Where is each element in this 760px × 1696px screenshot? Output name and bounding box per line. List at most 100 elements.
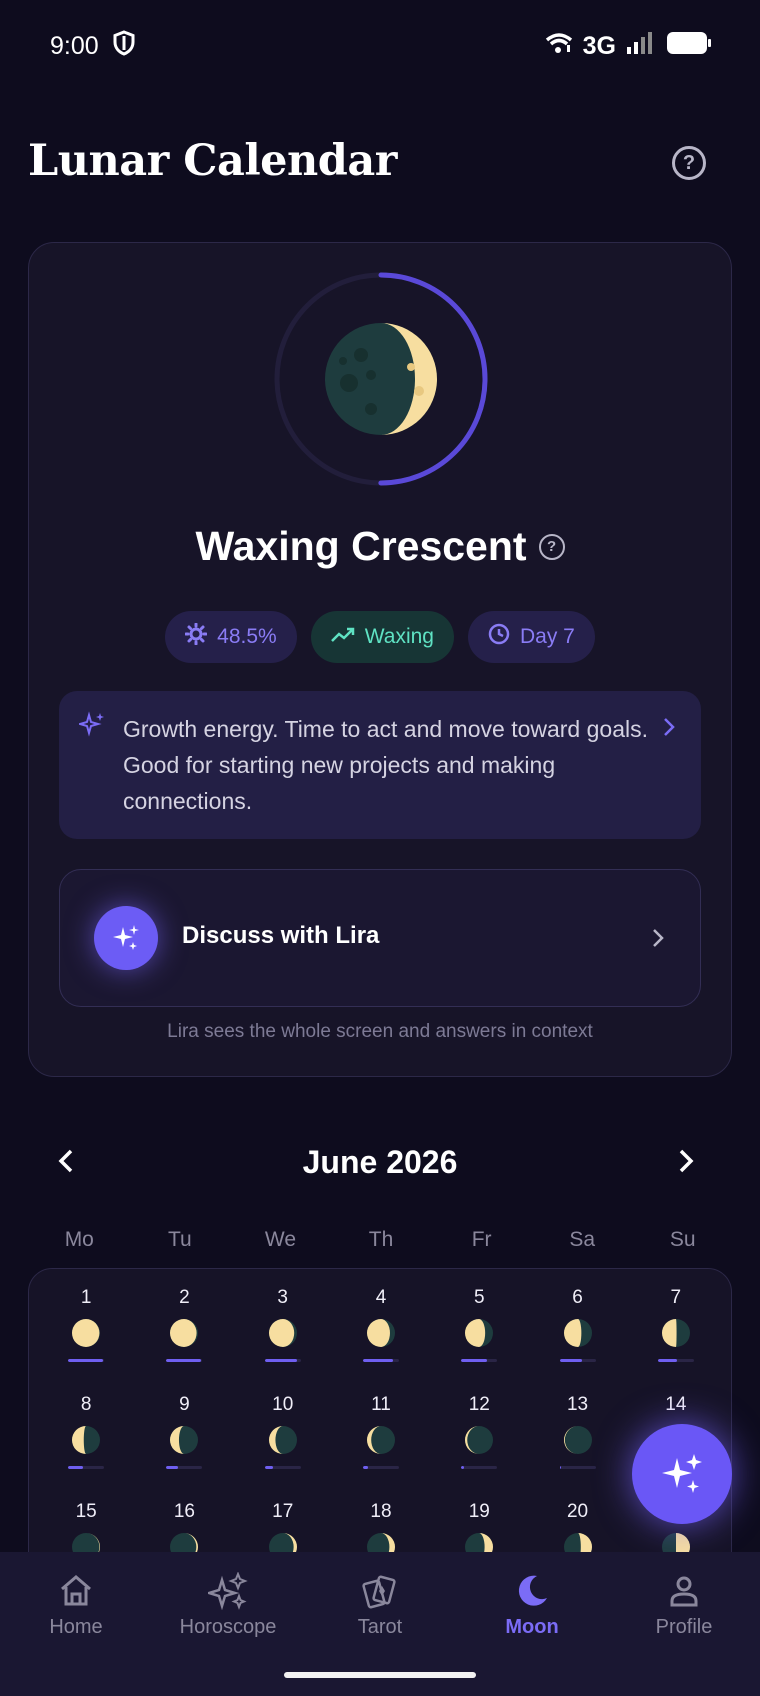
profile-icon [670, 1576, 698, 1607]
weekday-label: Th [368, 1228, 394, 1251]
moon-phase-icon [366, 1319, 395, 1347]
wifi-icon [545, 32, 573, 61]
moon-phase-icon [72, 1426, 101, 1454]
help-icon[interactable]: ? [672, 146, 706, 180]
illumination-bar-fill [362, 1359, 393, 1362]
illumination-bar-fill [166, 1359, 201, 1362]
phase-energy-text: Growth energy. Time to act and move towa… [123, 716, 648, 814]
day-number: 12 [468, 1394, 490, 1415]
day-number: 8 [80, 1394, 92, 1415]
day-number: 16 [173, 1501, 195, 1522]
weekday-label: Sa [569, 1228, 596, 1251]
day-number: 19 [468, 1501, 490, 1522]
tab-label: Tarot [357, 1616, 403, 1638]
day-value: Day 7 [519, 625, 575, 648]
calendar-day[interactable]: 3 [234, 1277, 332, 1372]
weekday-label: Mo [64, 1228, 94, 1251]
calendar-grid: 123456789101112131415161718192021 [37, 1277, 725, 1586]
tab-label: Profile [655, 1616, 713, 1638]
home-indicator [284, 1672, 476, 1678]
calendar-day[interactable]: 11 [332, 1384, 430, 1479]
day-number: 1 [80, 1287, 92, 1308]
illumination-bar [264, 1466, 301, 1469]
moon-phase-icon [661, 1319, 690, 1347]
tab-label: Moon [505, 1616, 559, 1638]
phase-chips: 48.5% Waxing Day 7 [29, 611, 731, 663]
moon-phase-icon [268, 1426, 297, 1454]
day-number: 15 [75, 1501, 97, 1522]
illumination-bar [461, 1359, 498, 1362]
day-number: 4 [375, 1287, 387, 1308]
shield-icon [113, 29, 135, 63]
day-number: 5 [473, 1287, 485, 1308]
calendar-day[interactable]: 1 [37, 1277, 135, 1372]
day-number: 14 [665, 1394, 687, 1415]
calendar-day[interactable]: 12 [430, 1384, 528, 1479]
status-time: 9:00 [50, 31, 99, 60]
calendar-day[interactable]: 2 [135, 1277, 233, 1372]
discuss-label: Discuss with Lira [182, 922, 380, 949]
illumination-bar-fill [264, 1359, 298, 1362]
discuss-with-lira-button[interactable]: Discuss with Lira [59, 869, 701, 1007]
day-number: 17 [272, 1501, 294, 1522]
calendar-day[interactable]: 9 [135, 1384, 233, 1479]
battery-icon [666, 31, 712, 62]
month-title: June 2026 [302, 1144, 458, 1180]
moon-phase-icon [465, 1426, 494, 1454]
weekday-label: Tu [168, 1228, 192, 1251]
next-month-button[interactable] [678, 1148, 694, 1179]
illumination-bar [559, 1359, 596, 1362]
illumination-bar-fill [68, 1466, 84, 1469]
moon-phase-icon [170, 1319, 199, 1347]
tab-home[interactable]: Home [0, 1552, 152, 1696]
status-bar: 9:00 3G [0, 0, 760, 92]
tab-moon[interactable]: Moon [456, 1552, 608, 1696]
calendar-day[interactable]: 10 [234, 1384, 332, 1479]
illumination-bar [68, 1466, 105, 1469]
sparkles-icon [208, 1572, 248, 1610]
illumination-bar-fill [559, 1466, 561, 1469]
moon-phase-icon [563, 1319, 592, 1347]
calendar-day[interactable]: 13 [528, 1384, 626, 1479]
day-number: 20 [566, 1501, 589, 1522]
day-number: 6 [572, 1287, 583, 1308]
weekday-label: Fr [471, 1228, 492, 1251]
illumination-bar [264, 1359, 301, 1362]
page-title: Lunar Calendar [28, 136, 397, 186]
signal-icon [626, 31, 656, 62]
calendar-day[interactable]: 5 [430, 1277, 528, 1372]
calendar-day[interactable]: 8 [37, 1384, 135, 1479]
tarot-cards-icon [362, 1575, 396, 1609]
moon-phase-card: Waxing Crescent ? 48.5% Waxing Day 7 Gro… [28, 242, 732, 1077]
illumination-bar [559, 1466, 596, 1469]
tab-horoscope[interactable]: Horoscope [152, 1552, 304, 1696]
tab-profile[interactable]: Profile [608, 1552, 760, 1696]
calendar-day[interactable]: 7 [627, 1277, 725, 1372]
ask-lira-fab[interactable] [632, 1424, 732, 1524]
moon-icon [518, 1575, 547, 1606]
illumination-bar [166, 1359, 203, 1362]
calendar-day[interactable]: 4 [332, 1277, 430, 1372]
moon-phase-icon [170, 1426, 199, 1454]
day-number: 11 [371, 1394, 391, 1415]
day-number: 2 [179, 1287, 190, 1308]
weekday-label: Su [669, 1228, 696, 1251]
chevron-right-icon [663, 717, 675, 742]
moon-phase-illustration [274, 272, 488, 486]
illumination-bar-fill [68, 1359, 104, 1362]
illumination-bar-fill [461, 1359, 488, 1362]
illumination-bar-fill [657, 1359, 677, 1362]
illumination-bar [68, 1359, 105, 1362]
illumination-value: 48.5% [217, 625, 277, 648]
phase-energy-panel[interactable]: Growth energy. Time to act and move towa… [59, 691, 701, 839]
moon-phase-icon [465, 1319, 494, 1347]
illumination-bar-fill [362, 1466, 369, 1469]
day-number: 7 [670, 1287, 682, 1308]
calendar-day[interactable]: 6 [528, 1277, 626, 1372]
tab-label: Home [49, 1616, 103, 1638]
illumination-bar [362, 1359, 399, 1362]
phase-help-icon[interactable]: ? [538, 533, 565, 560]
lira-avatar [94, 906, 158, 970]
home-icon [61, 1575, 91, 1606]
illumination-bar [166, 1466, 203, 1469]
